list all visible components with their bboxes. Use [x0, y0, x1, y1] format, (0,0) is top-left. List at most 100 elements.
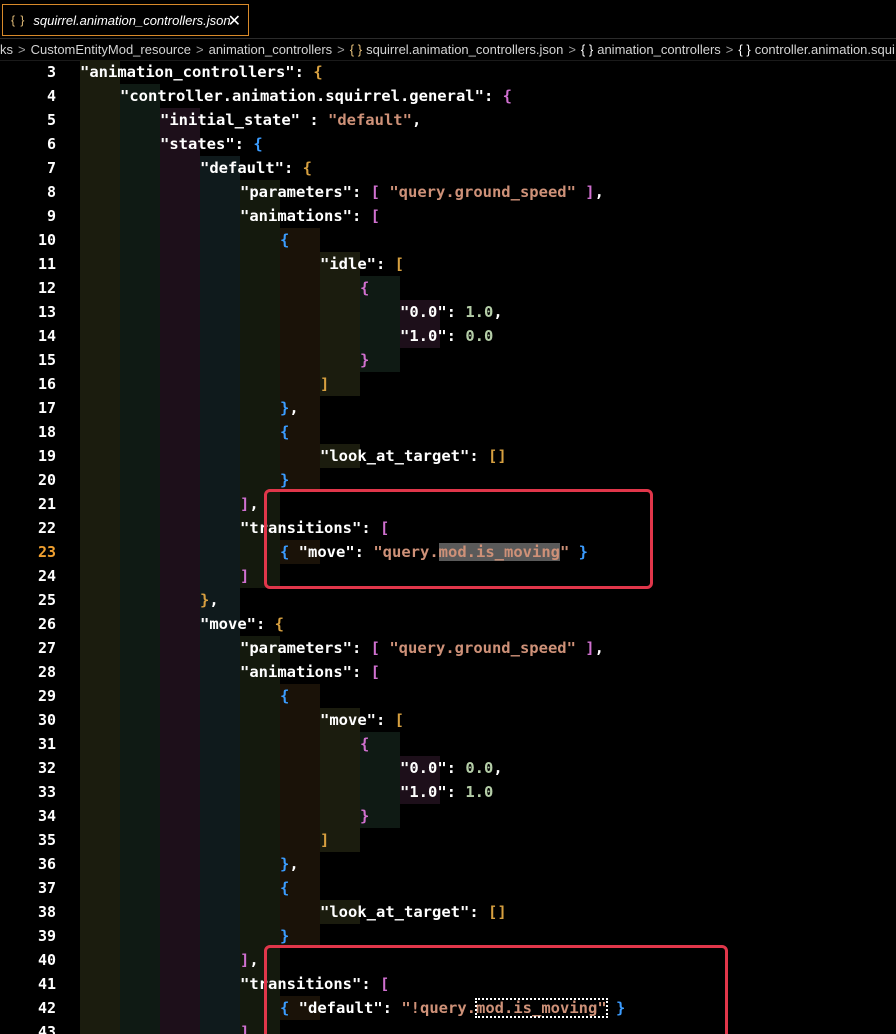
breadcrumb-item[interactable]: > animation_controllers: [191, 42, 332, 57]
code-line[interactable]: "animations": [: [240, 660, 380, 684]
indent-guide: [80, 324, 120, 348]
code-line[interactable]: "look_at_target": []: [320, 900, 507, 924]
indent-guide: [120, 300, 160, 324]
line-number: 10: [37, 231, 56, 249]
indent-guide: [360, 756, 400, 780]
indent-guide: [160, 204, 200, 228]
indent-guide: [120, 588, 160, 612]
code-line[interactable]: },: [280, 396, 299, 420]
line-number: 34: [37, 807, 56, 825]
indent-guide: [120, 228, 160, 252]
breadcrumb-item[interactable]: > { } animation_controllers: [563, 42, 720, 57]
indent-guide: [280, 756, 320, 780]
indent-guide: [160, 660, 200, 684]
indent-guide: [200, 996, 240, 1020]
code-line[interactable]: "default": {: [200, 156, 312, 180]
code-line[interactable]: "idle": [: [320, 252, 404, 276]
code-token: []: [487, 447, 507, 465]
code-line[interactable]: "parameters": [ "query.ground_speed" ],: [240, 180, 604, 204]
breadcrumb-item[interactable]: > { } squirrel.animation_controllers.json: [332, 42, 563, 57]
code-line[interactable]: }: [360, 348, 369, 372]
indent-guide: [80, 252, 120, 276]
code-line[interactable]: ],: [240, 948, 259, 972]
indent-guide: [160, 228, 200, 252]
code-line[interactable]: ]: [320, 828, 329, 852]
code-token: "initial_state": [160, 111, 300, 129]
code-token: {: [274, 615, 285, 633]
code-line[interactable]: "move": {: [200, 612, 284, 636]
code-token: :: [351, 639, 371, 657]
code-line[interactable]: "controller.animation.squirrel.general":…: [120, 84, 512, 108]
breadcrumb-item[interactable]: > CustomEntityMod_resource: [13, 42, 191, 57]
close-icon[interactable]: ✕: [228, 11, 241, 31]
breadcrumb-label: ks: [0, 41, 13, 57]
indent-guide: [120, 324, 160, 348]
indent-guide: [80, 876, 120, 900]
indent-guide: [200, 444, 240, 468]
indent-guide: [160, 300, 200, 324]
indent-guide: [160, 324, 200, 348]
code-line[interactable]: "0.0": 1.0,: [400, 300, 503, 324]
line-number: 24: [37, 567, 56, 585]
indent-guide: [200, 204, 240, 228]
indent-guide: [120, 780, 160, 804]
code-line[interactable]: "1.0": 1.0: [400, 780, 493, 804]
code-token: ,: [594, 183, 604, 201]
code-token: "0.0": [400, 303, 447, 321]
line-number: 6: [46, 135, 56, 153]
code-line[interactable]: "1.0": 0.0: [400, 324, 493, 348]
code-token: ,: [249, 495, 259, 513]
indent-guide: [160, 708, 200, 732]
line-number: 20: [37, 471, 56, 489]
code-line[interactable]: {: [280, 876, 289, 900]
code-line[interactable]: "animation_controllers": {: [80, 60, 323, 84]
breadcrumb-item[interactable]: ks: [0, 42, 13, 57]
indent-guide: [120, 468, 160, 492]
code-line[interactable]: "initial_state" : "default",: [160, 108, 421, 132]
indent-guide: [280, 300, 320, 324]
code-line[interactable]: }: [360, 804, 369, 828]
code-line[interactable]: "animations": [: [240, 204, 380, 228]
code-token: {: [360, 279, 370, 297]
code-line[interactable]: {: [360, 732, 369, 756]
code-line[interactable]: {: [280, 684, 289, 708]
indent-guide: [360, 324, 400, 348]
code-token: }: [200, 591, 210, 609]
code-token: :: [446, 783, 466, 801]
indent-guide: [280, 444, 320, 468]
indent-guide: [80, 612, 120, 636]
indent-guide: [160, 564, 200, 588]
code-line[interactable]: "states": {: [160, 132, 263, 156]
indent-guide: [160, 156, 200, 180]
code-line[interactable]: "move": [: [320, 708, 404, 732]
indent-guide: [240, 780, 280, 804]
indent-guide: [280, 780, 320, 804]
indent-guide: [200, 276, 240, 300]
code-line[interactable]: "look_at_target": []: [320, 444, 507, 468]
line-number: 7: [46, 159, 56, 177]
code-line[interactable]: {: [280, 420, 289, 444]
code-line[interactable]: ]: [240, 1020, 249, 1034]
code-token: }: [280, 927, 290, 945]
code-line[interactable]: ],: [240, 492, 259, 516]
code-token: {: [280, 231, 290, 249]
tab-squirrel-json[interactable]: { } squirrel.animation_controllers.json …: [2, 4, 249, 36]
code-token: ]: [320, 375, 330, 393]
indent-guide: [120, 132, 160, 156]
code-line[interactable]: "0.0": 0.0,: [400, 756, 503, 780]
code-line[interactable]: },: [200, 588, 219, 612]
code-line[interactable]: {: [360, 276, 369, 300]
line-number: 9: [46, 207, 56, 225]
code-line[interactable]: },: [280, 852, 299, 876]
code-token: "default": [327, 111, 412, 129]
code-token: :: [376, 255, 395, 273]
code-line[interactable]: "parameters": [ "query.ground_speed" ],: [240, 636, 604, 660]
code-line[interactable]: ]: [320, 372, 329, 396]
indent-guide: [160, 180, 200, 204]
line-number: 22: [37, 519, 56, 537]
breadcrumb-item[interactable]: > { } controller.animation.squi: [721, 42, 895, 57]
code-editor[interactable]: 3 "animation_controllers": {4 "controller.…: [0, 60, 896, 1034]
code-line[interactable]: ]: [240, 564, 249, 588]
code-line[interactable]: {: [280, 228, 289, 252]
breadcrumb-label: animation_controllers: [208, 41, 333, 57]
